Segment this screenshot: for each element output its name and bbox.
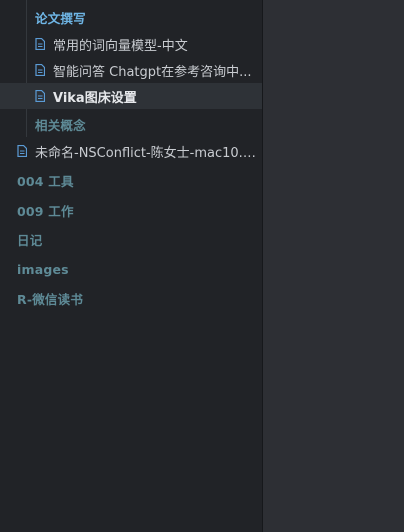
folder-diary[interactable]: 日记 bbox=[0, 226, 262, 252]
editor-pane[interactable] bbox=[263, 0, 404, 532]
folder-label: 相关概念 bbox=[35, 117, 86, 133]
folder-label: R-微信读书 bbox=[17, 291, 84, 307]
folder-label: 004 工具 bbox=[17, 173, 74, 189]
folder-label: 日记 bbox=[17, 232, 43, 248]
folder-label: 论文撰写 bbox=[35, 10, 86, 26]
app-window: 论文撰写 常用的词向量模型-中文 智能问答 Chatgpt在参考咨询中... V… bbox=[0, 0, 404, 532]
folder-related-concepts[interactable]: 相关概念 bbox=[0, 111, 262, 137]
file-item-word-vectors[interactable]: 常用的词向量模型-中文 bbox=[0, 31, 262, 57]
folder-label: images bbox=[17, 261, 69, 277]
file-text-icon bbox=[35, 90, 45, 102]
file-label: Vika图床设置 bbox=[53, 90, 137, 106]
folder-label: 009 工作 bbox=[17, 203, 74, 219]
folder-004-tools[interactable]: 004 工具 bbox=[0, 167, 262, 193]
file-label: 智能问答 Chatgpt在参考咨询中... bbox=[53, 64, 252, 80]
file-text-icon bbox=[17, 145, 27, 157]
folder-images[interactable]: images bbox=[0, 256, 262, 282]
file-text-icon bbox=[35, 38, 45, 50]
file-explorer-sidebar: 论文撰写 常用的词向量模型-中文 智能问答 Chatgpt在参考咨询中... V… bbox=[0, 0, 263, 532]
file-label: 未命名-NSConflict-陈女士-mac10.1... bbox=[35, 145, 256, 161]
file-item-nsconflict[interactable]: 未命名-NSConflict-陈女士-mac10.1... bbox=[0, 138, 262, 164]
folder-thesis-writing[interactable]: 论文撰写 bbox=[0, 4, 262, 30]
file-item-chatgpt-qa[interactable]: 智能问答 Chatgpt在参考咨询中... bbox=[0, 57, 262, 83]
file-label: 常用的词向量模型-中文 bbox=[53, 38, 188, 54]
file-text-icon bbox=[35, 64, 45, 76]
folder-weread[interactable]: R-微信读书 bbox=[0, 285, 262, 311]
file-item-vika-image-host[interactable]: Vika图床设置 bbox=[0, 83, 262, 109]
folder-009-work[interactable]: 009 工作 bbox=[0, 197, 262, 223]
